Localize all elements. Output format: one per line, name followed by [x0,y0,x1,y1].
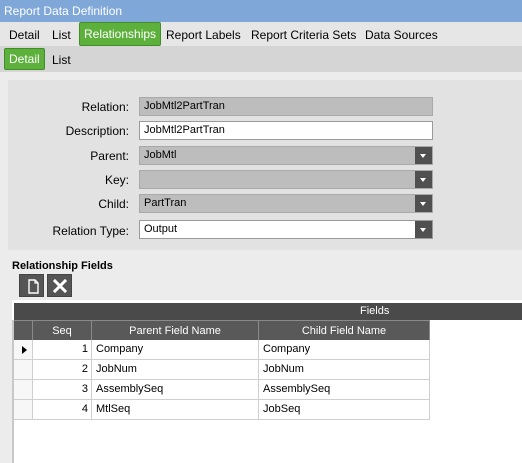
relation-field: JobMtl2PartTran [139,97,433,116]
child-field-cell[interactable]: AssemblySeq [259,380,430,400]
key-combo[interactable] [139,170,433,189]
main-tab-strip: Detail List Relationships Report Labels … [0,22,522,46]
grid-group-header: Fields [14,303,522,320]
row-selector[interactable] [14,380,33,400]
tab-list[interactable]: List [52,24,71,46]
table-row[interactable]: 4 MtlSeq JobSeq [14,400,430,420]
description-field[interactable]: JobMtl2PartTran [139,121,433,140]
key-label: Key: [104,173,129,187]
child-field-cell[interactable]: Company [259,340,430,360]
tab-data-sources[interactable]: Data Sources [365,24,438,46]
window-title: Report Data Definition [0,0,522,22]
chevron-down-icon[interactable] [415,221,432,238]
table-row[interactable]: 1 Company Company [14,340,430,360]
sub-tab-strip: Detail List [0,46,522,72]
relation-type-combo-value: Output [144,223,178,235]
delete-row-button[interactable] [47,274,72,297]
row-selector[interactable] [14,360,33,380]
column-header-parent-field[interactable]: Parent Field Name [92,320,259,340]
seq-cell[interactable]: 1 [33,340,92,360]
row-selector[interactable] [14,340,33,360]
column-header-child-field[interactable]: Child Field Name [259,320,430,340]
chevron-down-icon[interactable] [415,147,432,164]
relation-label: Relation: [81,100,129,114]
seq-cell[interactable]: 2 [33,360,92,380]
tab-detail[interactable]: Detail [9,24,40,46]
tab-report-labels[interactable]: Report Labels [166,24,241,46]
table-row[interactable]: 2 JobNum JobNum [14,360,430,380]
subtab-detail[interactable]: Detail [4,48,45,70]
parent-field-cell[interactable]: AssemblySeq [92,380,259,400]
child-combo[interactable]: PartTran [139,194,433,213]
tab-report-criteria-sets[interactable]: Report Criteria Sets [251,24,356,46]
child-field-cell[interactable]: JobNum [259,360,430,380]
child-combo-value: PartTran [144,197,187,209]
parent-field-cell[interactable]: JobNum [92,360,259,380]
row-selector-header [14,320,33,340]
description-label: Description: [65,124,129,138]
parent-combo-value: JobMtl [144,149,177,161]
tab-relationships[interactable]: Relationships [79,22,162,46]
group-header-label: Fields [360,305,390,317]
delete-x-icon [52,278,68,294]
column-header-seq[interactable]: Seq [33,320,92,340]
seq-cell[interactable]: 3 [33,380,92,400]
new-row-button[interactable] [19,274,44,297]
seq-cell[interactable]: 4 [33,400,92,420]
parent-field-cell[interactable]: MtlSeq [92,400,259,420]
relationship-fields-title: Relationship Fields [12,260,113,272]
table-row[interactable]: 3 AssemblySeq AssemblySeq [14,380,430,400]
child-label: Child: [98,197,129,211]
parent-field-cell[interactable]: Company [92,340,259,360]
parent-label: Parent: [90,149,129,163]
relation-type-combo[interactable]: Output [139,220,433,239]
chevron-down-icon[interactable] [415,171,432,188]
chevron-down-icon[interactable] [415,195,432,212]
child-field-cell[interactable]: JobSeq [259,400,430,420]
row-selector[interactable] [14,400,33,420]
parent-combo[interactable]: JobMtl [139,146,433,165]
relation-type-label: Relation Type: [52,224,130,238]
current-row-pointer-icon [22,346,27,354]
subtab-list[interactable]: List [52,50,71,70]
new-page-icon [28,279,39,294]
